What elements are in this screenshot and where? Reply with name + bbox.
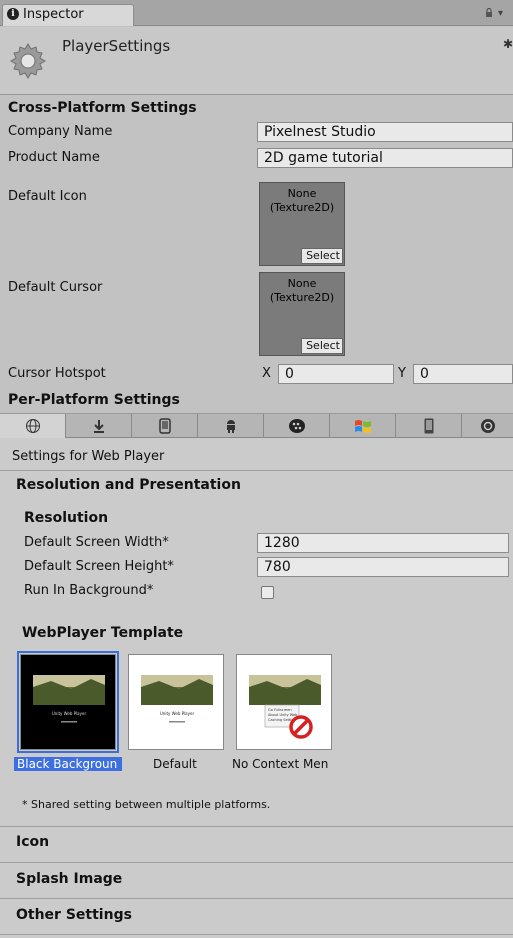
hotspot-y-label: Y — [398, 366, 406, 381]
default-cursor-select-button[interactable]: Select — [301, 338, 343, 354]
svg-text:Go Fullscreen: Go Fullscreen — [268, 708, 292, 712]
screen-height-label: Default Screen Height* — [24, 559, 174, 574]
company-name-field[interactable]: Pixelnest Studio — [257, 122, 513, 142]
inspector-tab-strip: i Inspector ▾ — [0, 0, 513, 26]
settings-gear-icon — [10, 43, 46, 79]
divider — [0, 862, 513, 863]
divider — [0, 826, 513, 827]
default-cursor-none: None (Texture2D) — [269, 277, 335, 304]
screen-height-field[interactable]: 780 — [257, 557, 509, 577]
template-preview: Go Fullscreen About Unity Web... Caching… — [249, 675, 321, 739]
hotspot-y-field[interactable]: 0 — [413, 364, 513, 384]
tab-ios[interactable] — [132, 414, 198, 438]
divider — [0, 898, 513, 899]
other-settings-section-header[interactable]: Other Settings — [16, 907, 132, 923]
hotspot-x-label: X — [262, 366, 271, 381]
svg-text:Unity Web Player: Unity Web Player — [52, 711, 87, 716]
webplayer-template-title: WebPlayer Template — [22, 625, 184, 641]
download-icon — [93, 420, 104, 433]
resolution-subtitle: Resolution — [24, 510, 109, 526]
inspector-title: PlayerSettings — [62, 37, 171, 55]
windows-phone-icon — [424, 418, 433, 434]
inspector-header: PlayerSettings ✱ — [0, 27, 513, 95]
tab-blackberry[interactable] — [264, 414, 330, 438]
android-icon — [226, 420, 235, 433]
run-in-background-checkbox[interactable] — [261, 586, 274, 599]
per-platform-title: Per-Platform Settings — [8, 392, 180, 408]
screen-width-label: Default Screen Width* — [24, 535, 169, 550]
tab-standalone[interactable] — [66, 414, 132, 438]
template-label-black-background: Black Backgroun — [14, 757, 122, 771]
shared-setting-note: * Shared setting between multiple platfo… — [22, 798, 271, 811]
ouya-icon — [480, 419, 495, 433]
default-icon-slot[interactable]: None (Texture2D) Select — [259, 182, 345, 266]
tab-menu-icon[interactable]: ▾ — [498, 8, 503, 19]
screen-width-field[interactable]: 1280 — [257, 533, 509, 553]
phone-icon — [158, 418, 171, 434]
globe-icon — [25, 419, 40, 433]
cursor-hotspot-label: Cursor Hotspot — [8, 366, 106, 381]
splash-image-section-header[interactable]: Splash Image — [16, 871, 122, 887]
divider — [0, 470, 513, 471]
tab-windows-phone[interactable] — [396, 414, 462, 438]
hotspot-x-field[interactable]: 0 — [278, 364, 394, 384]
run-in-background-label: Run In Background* — [24, 583, 154, 598]
tab-android[interactable] — [198, 414, 264, 438]
default-icon-label: Default Icon — [8, 189, 87, 204]
resolution-presentation-header[interactable]: Resolution and Presentation — [16, 477, 241, 493]
component-settings-icon[interactable]: ✱ — [503, 37, 513, 51]
divider — [0, 934, 513, 935]
inspector-tab[interactable]: i Inspector — [2, 4, 134, 26]
template-label-no-context-menu: No Context Men — [232, 757, 329, 771]
blackberry-icon — [288, 419, 305, 433]
svg-text:Unity Web Player: Unity Web Player — [160, 711, 195, 716]
template-default[interactable]: Unity Web Player — [128, 654, 224, 750]
tab-web-player[interactable] — [0, 414, 66, 438]
tab-ouya[interactable] — [462, 414, 513, 438]
template-preview: Unity Web Player — [141, 675, 213, 723]
template-no-context-menu[interactable]: Go Fullscreen About Unity Web... Caching… — [236, 654, 332, 750]
template-preview: Unity Web Player — [33, 675, 105, 723]
default-icon-select-button[interactable]: Select — [301, 248, 343, 264]
product-name-label: Product Name — [8, 150, 100, 165]
template-label-default: Default — [153, 757, 197, 771]
info-icon: i — [7, 8, 19, 20]
inspector-tab-label: Inspector — [23, 7, 84, 22]
lock-icon[interactable] — [484, 8, 494, 18]
default-cursor-label: Default Cursor — [8, 280, 103, 295]
tab-windows-store[interactable] — [330, 414, 396, 438]
platform-tab-bar — [0, 413, 513, 438]
windows-icon — [354, 420, 371, 433]
default-cursor-slot[interactable]: None (Texture2D) Select — [259, 272, 345, 356]
product-name-field[interactable]: 2D game tutorial — [257, 148, 513, 168]
default-icon-none: None (Texture2D) — [269, 187, 335, 214]
svg-text:About Unity Web...: About Unity Web... — [268, 713, 301, 717]
template-black-background[interactable]: Unity Web Player — [17, 651, 119, 753]
company-name-label: Company Name — [8, 124, 113, 139]
icon-section-header[interactable]: Icon — [16, 834, 49, 850]
cross-platform-title: Cross-Platform Settings — [8, 100, 197, 116]
settings-for-label: Settings for Web Player — [12, 449, 165, 464]
